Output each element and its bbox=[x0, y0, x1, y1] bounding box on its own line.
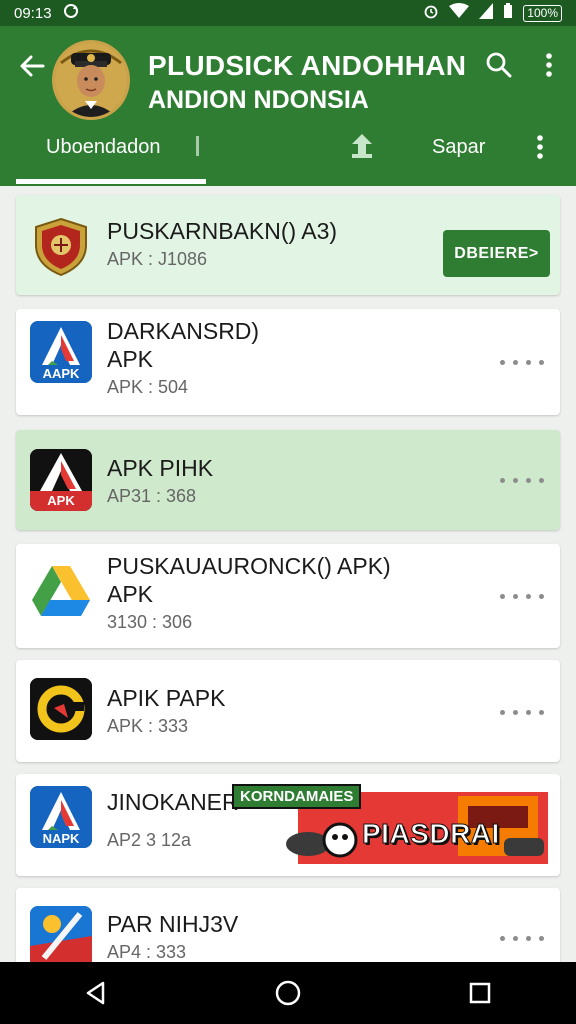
signal-icon bbox=[479, 3, 494, 23]
list-item[interactable]: AAPK DARKANSRD) APK APK : 504 bbox=[16, 309, 560, 415]
app-subtitle: 3130 : 306 bbox=[107, 612, 193, 632]
list-item[interactable]: PAR NIHJ3V AP4 : 333 bbox=[16, 888, 560, 962]
app-subtitle: APK : 504 bbox=[107, 377, 189, 397]
nav-back-icon bbox=[86, 981, 105, 1005]
sync-icon bbox=[62, 2, 80, 24]
list-item[interactable]: APK APK PIHK AP31 : 368 bbox=[16, 430, 560, 530]
title-line-2: ANDION NDONSIA bbox=[148, 86, 369, 114]
battery-level: 100% bbox=[523, 4, 562, 22]
promo-banner-tag: KORNDAMAIES bbox=[232, 784, 362, 809]
avatar[interactable] bbox=[52, 40, 130, 120]
app-icon-drive-style bbox=[30, 560, 92, 622]
tab-row: Uboendadon Sapar bbox=[0, 126, 576, 186]
app-icon-napk: NAPK bbox=[30, 786, 92, 848]
app-subtitle: AP4 : 333 bbox=[107, 942, 187, 962]
app-title-line-2: APK bbox=[107, 581, 154, 607]
app-text: DARKANSRD) APK APK : 504 bbox=[107, 317, 427, 399]
promo-banner-text: PIASDRAI bbox=[362, 818, 500, 850]
item-menu-button[interactable] bbox=[500, 928, 544, 948]
app-icon-label: APK bbox=[47, 493, 75, 508]
app-title: PUSKAUAURONCK() APK) bbox=[107, 553, 391, 579]
app-subtitle: AP31 : 368 bbox=[107, 486, 197, 506]
nav-recents-button[interactable] bbox=[458, 971, 502, 1015]
app-text: APIK PAPK APK : 333 bbox=[107, 684, 427, 738]
tab-indicator bbox=[16, 179, 206, 184]
app-icon-shield bbox=[30, 215, 92, 277]
tab-uboendadon[interactable]: Uboendadon bbox=[46, 136, 161, 159]
app-title: PLUDSICK ANDOHHAN ANDION NDONSIA bbox=[148, 48, 468, 116]
app-text: PAR NIHJ3V AP4 : 333 bbox=[107, 910, 427, 962]
app-title: DARKANSRD) bbox=[107, 318, 260, 344]
app-text: JINOKANER AP2 3 12a bbox=[107, 788, 247, 852]
app-icon-label: AAPK bbox=[42, 366, 80, 381]
app-title: PAR NIHJ3V bbox=[107, 911, 239, 937]
app-subtitle: APK : J1086 bbox=[107, 249, 208, 269]
tab-upload[interactable] bbox=[348, 132, 376, 160]
tab-sapar[interactable]: Sapar bbox=[432, 136, 485, 159]
list-item[interactable]: PUSKARNBAKN() A3) APK : J1086 DBEIERE> bbox=[16, 195, 560, 295]
status-bar: 09:13 100% bbox=[0, 0, 576, 26]
back-button[interactable] bbox=[16, 50, 48, 82]
alarm-icon bbox=[423, 3, 439, 23]
app-icon-apk-red: APK bbox=[30, 449, 92, 511]
app-icon-aapk: AAPK bbox=[30, 321, 92, 383]
status-time: 09:13 bbox=[14, 4, 52, 22]
search-icon bbox=[486, 52, 512, 78]
item-menu-button[interactable] bbox=[500, 586, 544, 606]
tab-divider bbox=[196, 136, 199, 156]
app-title: PUSKARNBAKN() A3) bbox=[107, 218, 338, 244]
nav-recents-icon bbox=[469, 982, 491, 1004]
upload-icon bbox=[352, 134, 372, 158]
title-line-1: PLUDSICK ANDOHHAN bbox=[148, 50, 467, 81]
search-button[interactable] bbox=[482, 48, 516, 82]
app-subtitle: APK : 333 bbox=[107, 716, 189, 736]
list-item[interactable]: APIK PAPK APK : 333 bbox=[16, 660, 560, 762]
app-icon-gold-g bbox=[30, 678, 92, 740]
app-text: PUSKARNBAKN() A3) APK : J1086 bbox=[107, 217, 427, 271]
wifi-icon bbox=[449, 3, 470, 23]
nav-home-button[interactable] bbox=[266, 971, 310, 1015]
app-title: APK PIHK bbox=[107, 455, 214, 481]
open-button[interactable]: DBEIERE> bbox=[443, 230, 550, 277]
item-menu-button[interactable] bbox=[500, 470, 544, 490]
more-vert-icon bbox=[546, 53, 552, 77]
app-text: PUSKAUAURONCK() APK) APK 3130 : 306 bbox=[107, 552, 427, 634]
app-subtitle: AP2 3 12a bbox=[107, 830, 192, 850]
app-title-line-2: APK bbox=[107, 346, 154, 372]
item-menu-button[interactable] bbox=[500, 352, 544, 372]
app-title: APIK PAPK bbox=[107, 685, 226, 711]
more-vert-icon bbox=[537, 135, 543, 159]
system-nav-bar bbox=[0, 962, 576, 1024]
tab-more-button[interactable] bbox=[528, 132, 552, 162]
app-icon-label: NAPK bbox=[42, 831, 80, 846]
battery-icon bbox=[503, 3, 513, 23]
overflow-menu-button[interactable] bbox=[534, 48, 564, 82]
list-item[interactable]: PUSKAUAURONCK() APK) APK 3130 : 306 bbox=[16, 544, 560, 648]
item-menu-button[interactable] bbox=[500, 702, 544, 722]
app-icon-game bbox=[30, 906, 92, 962]
nav-home-icon bbox=[275, 980, 301, 1006]
nav-back-button[interactable] bbox=[74, 971, 118, 1015]
app-list: PUSKARNBAKN() A3) APK : J1086 DBEIERE> A… bbox=[0, 186, 576, 962]
list-item[interactable]: NAPK JINOKANER AP2 3 12a PIASDRAI KORNDA… bbox=[16, 774, 560, 876]
app-text: APK PIHK AP31 : 368 bbox=[107, 454, 427, 508]
app-title: JINOKANER bbox=[107, 789, 239, 815]
app-bar: PLUDSICK ANDOHHAN ANDION NDONSIA Uboenda… bbox=[0, 26, 576, 186]
back-arrow-icon bbox=[20, 55, 45, 77]
